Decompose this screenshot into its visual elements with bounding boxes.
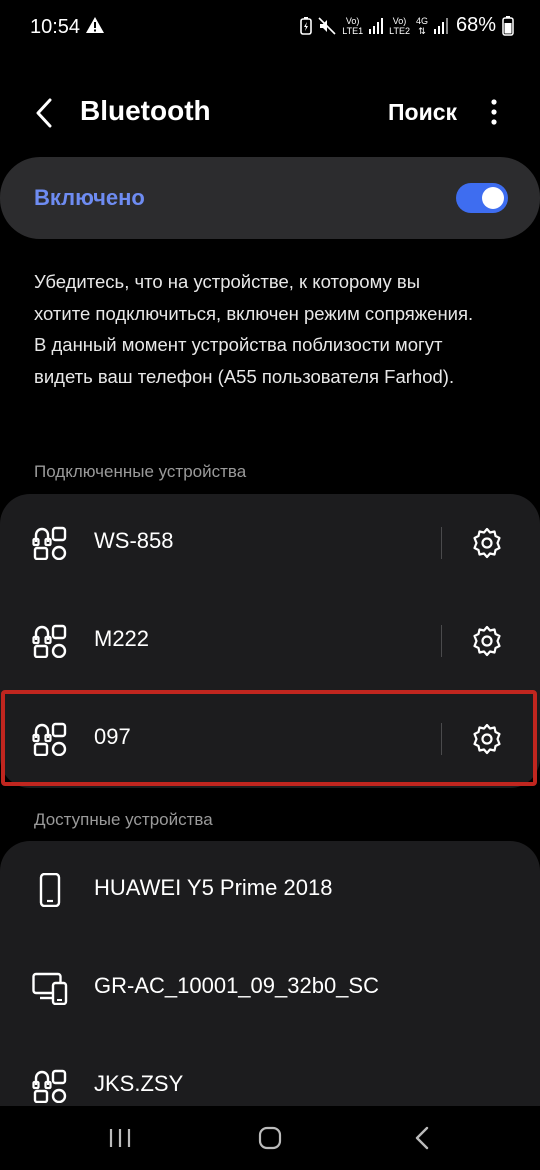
more-options-button[interactable] [482, 98, 506, 128]
device-row-huawei[interactable]: HUAWEI Y5 Prime 2018 [0, 841, 540, 939]
home-icon [258, 1126, 282, 1150]
battery-icon [502, 15, 514, 36]
device-name: HUAWEI Y5 Prime 2018 [94, 875, 333, 900]
connected-devices-header: Подключенные устройства [34, 462, 247, 481]
device-generic-icon [32, 624, 68, 658]
status-time: 10:54 [30, 16, 81, 38]
chevron-left-icon [415, 1126, 429, 1150]
available-devices-header: Доступные устройства [34, 810, 213, 829]
device-row-gr-ac[interactable]: GR-AC_10001_09_32b0_SC [0, 939, 540, 1037]
device-name: M222 [94, 626, 150, 651]
selection-highlight [1, 690, 537, 786]
recent-apps-button[interactable] [108, 1126, 132, 1150]
sim1-label: Vo) LTE1 [342, 15, 364, 36]
navigation-bar [0, 1106, 540, 1170]
nav-back-button[interactable] [414, 1126, 430, 1150]
home-button[interactable] [258, 1126, 282, 1150]
network-type: 4G ⇅ [415, 15, 428, 36]
battery-percent: 68% [455, 14, 496, 36]
switch-knob [482, 187, 504, 209]
device-row-ws-858[interactable]: WS-858 [0, 494, 540, 592]
toggle-label: Включено [34, 185, 145, 210]
mute-icon [318, 16, 336, 35]
battery-saver-icon [300, 16, 313, 35]
phone-icon [32, 873, 68, 907]
device-row-m222[interactable]: M222 [0, 592, 540, 690]
pairing-description: Убедитесь, что на устройстве, к которому… [34, 271, 474, 387]
page-title: Bluetooth [80, 95, 211, 126]
row-divider [441, 625, 442, 657]
more-vertical-icon [491, 99, 497, 125]
sim2-label: Vo) LTE2 [389, 15, 410, 36]
gear-icon[interactable] [470, 526, 504, 560]
row-divider [441, 527, 442, 559]
device-generic-icon [32, 526, 68, 560]
search-button[interactable]: Поиск [388, 99, 457, 126]
device-generic-icon [32, 1069, 68, 1103]
status-icons: Vo) LTE1 Vo) LTE2 4G ⇅ 68% [300, 14, 514, 37]
signal-icon [369, 17, 384, 34]
device-name: JKS.ZSY [94, 1071, 184, 1096]
device-name: WS-858 [94, 528, 174, 553]
warning-icon [86, 17, 104, 33]
back-button[interactable] [32, 96, 60, 130]
bluetooth-toggle-row[interactable]: Включено [0, 157, 540, 239]
gear-icon[interactable] [470, 624, 504, 658]
computer-icon [32, 971, 68, 1005]
status-bar: 10:54 Vo) LTE1 Vo) LTE2 4G ⇅ 68% [0, 0, 540, 56]
chevron-left-icon [36, 98, 52, 128]
device-name: GR-AC_10001_09_32b0_SC [94, 973, 379, 998]
recent-apps-icon [109, 1129, 131, 1147]
bluetooth-switch[interactable] [456, 183, 508, 213]
signal-icon-2 [433, 17, 448, 34]
